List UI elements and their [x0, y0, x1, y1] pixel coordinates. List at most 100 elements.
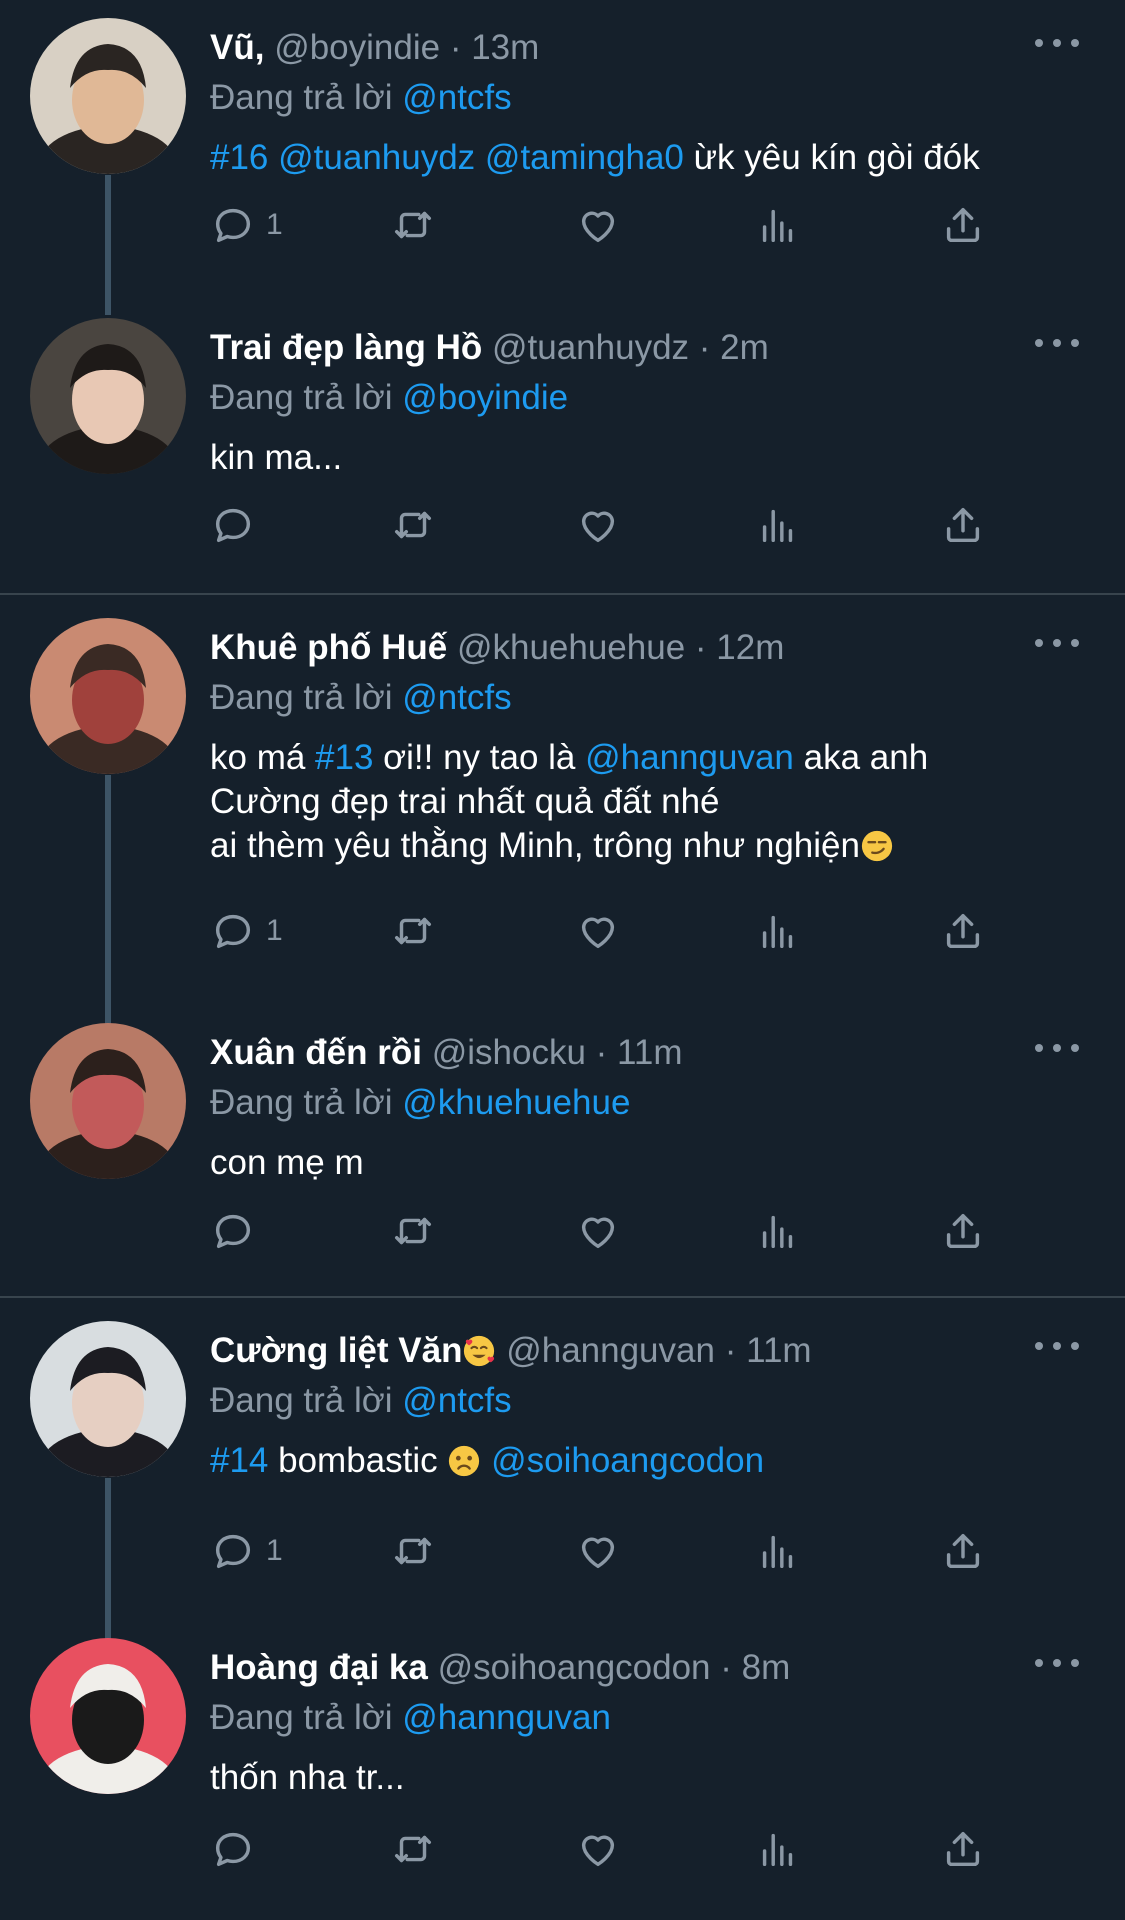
reply-count: 1 [266, 914, 283, 947]
replying-to-mention[interactable]: @ntcfs [402, 1381, 511, 1420]
retweet-icon [394, 1537, 432, 1565]
retweet-button[interactable] [390, 500, 436, 550]
retweet-button[interactable] [390, 1824, 436, 1874]
mention-link[interactable]: @tuanhuydz [278, 138, 475, 177]
share-button[interactable] [940, 1526, 986, 1576]
reply-button[interactable] [210, 1824, 256, 1874]
tweet-text-line: kin ma... [210, 436, 1065, 480]
mention-link[interactable]: @hannguvan [585, 738, 794, 777]
display-name[interactable]: Vũ, [210, 28, 264, 67]
avatar[interactable] [30, 318, 186, 474]
replying-to-mention[interactable]: @hannguvan [402, 1698, 611, 1737]
more-icon[interactable] [1035, 628, 1079, 658]
mention-link[interactable]: @tamingha0 [485, 138, 684, 177]
tweet-text: #14 bombastic @soihoangcodon [210, 1439, 1065, 1483]
display-name[interactable]: Xuân đến rồi [210, 1033, 422, 1072]
smiling-face-with-hearts-icon [464, 1335, 495, 1367]
retweet-button[interactable] [390, 1206, 436, 1256]
user-handle[interactable]: @soihoangcodon [438, 1648, 711, 1687]
avatar-photo [30, 18, 186, 174]
views-button[interactable] [755, 200, 801, 250]
replying-to-mention[interactable]: @ntcfs [402, 678, 511, 717]
reply-icon [215, 208, 251, 243]
text-segment: ko má [210, 738, 316, 777]
reply-icon [215, 1534, 251, 1569]
timestamp[interactable]: 8m [742, 1648, 791, 1687]
mention-link[interactable]: @soihoangcodon [491, 1441, 764, 1480]
timestamp[interactable]: 13m [471, 28, 539, 67]
worried-emoji-icon [449, 1445, 480, 1477]
reply-button[interactable]: 1 [210, 200, 283, 250]
replying-to-label: Đang trả lời [210, 378, 393, 417]
timestamp[interactable]: 11m [617, 1033, 683, 1072]
text-segment: kin ma... [210, 438, 343, 477]
user-handle[interactable]: @boyindie [274, 28, 440, 67]
avatar[interactable] [30, 18, 186, 174]
hashtag-link[interactable]: #13 [315, 738, 373, 777]
heart-icon [581, 1217, 615, 1249]
share-button[interactable] [940, 906, 986, 956]
display-name[interactable]: Cường liệt Văn [210, 1331, 462, 1370]
share-button[interactable] [940, 200, 986, 250]
replying-to-mention[interactable]: @ntcfs [402, 78, 511, 117]
reply-count: 1 [266, 1534, 283, 1567]
views-button[interactable] [755, 1206, 801, 1256]
hashtag-link[interactable]: #16 [210, 138, 268, 177]
reply-icon [215, 1214, 251, 1249]
avatar[interactable] [30, 618, 186, 774]
display-name[interactable]: Hoàng đại ka [210, 1648, 428, 1687]
like-button[interactable] [575, 1824, 621, 1874]
like-button[interactable] [575, 1206, 621, 1256]
tweet[interactable]: Trai đẹp làng Hồ @tuanhuydz · 2m Đang trả… [0, 300, 1125, 600]
like-button[interactable] [575, 200, 621, 250]
views-button[interactable] [755, 1526, 801, 1576]
share-button[interactable] [940, 1206, 986, 1256]
more-icon[interactable] [1035, 328, 1079, 358]
more-icon[interactable] [1035, 1331, 1079, 1361]
tweet[interactable]: Vũ, @boyindie · 13m Đang trả lời @ntcfs #1… [0, 0, 1125, 300]
user-handle[interactable]: @ishocku [432, 1033, 586, 1072]
more-icon[interactable] [1035, 1648, 1079, 1678]
avatar[interactable] [30, 1321, 186, 1477]
tweet[interactable]: Hoàng đại ka @soihoangcodon · 8m Đang trả… [0, 1620, 1125, 1920]
reply-button[interactable] [210, 1206, 256, 1256]
share-button[interactable] [940, 500, 986, 550]
avatar-photo [30, 318, 186, 474]
separator-dot: · [440, 28, 472, 67]
more-icon[interactable] [1035, 1033, 1079, 1063]
replying-to-mention[interactable]: @boyindie [402, 378, 568, 417]
tweet[interactable]: Xuân đến rồi @ishocku · 11m Đang trả lời … [0, 1005, 1125, 1305]
tweet-text: ko má #13 ơi!! ny tao là @hannguvan aka … [210, 736, 1065, 868]
hashtag-link[interactable]: #14 [210, 1441, 268, 1480]
timestamp[interactable]: 11m [746, 1331, 812, 1370]
views-button[interactable] [755, 906, 801, 956]
like-button[interactable] [575, 906, 621, 956]
more-icon[interactable] [1035, 28, 1079, 58]
timestamp[interactable]: 12m [716, 628, 784, 667]
display-name[interactable]: Trai đẹp làng Hồ [210, 328, 482, 367]
reply-button[interactable]: 1 [210, 1526, 283, 1576]
tweet[interactable]: Khuê phố Huế @khuehuehue · 12m Đang trả l… [0, 600, 1125, 900]
reply-button[interactable] [210, 500, 256, 550]
display-name[interactable]: Khuê phố Huế [210, 628, 447, 667]
retweet-button[interactable] [390, 906, 436, 956]
views-button[interactable] [755, 1824, 801, 1874]
like-button[interactable] [575, 1526, 621, 1576]
text-segment: bombastic [268, 1441, 448, 1480]
retweet-button[interactable] [390, 200, 436, 250]
avatar[interactable] [30, 1638, 186, 1794]
avatar[interactable] [30, 1023, 186, 1179]
like-button[interactable] [575, 500, 621, 550]
user-handle[interactable]: @tuanhuydz [492, 328, 689, 367]
retweet-button[interactable] [390, 1526, 436, 1576]
timestamp[interactable]: 2m [720, 328, 769, 367]
user-handle[interactable]: @hannguvan [506, 1331, 715, 1370]
text-segment: ừk yêu kín gòi đók [683, 138, 980, 177]
user-handle[interactable]: @khuehuehue [457, 628, 685, 667]
views-button[interactable] [755, 500, 801, 550]
tweet-text-line: ko má #13 ơi!! ny tao là @hannguvan aka … [210, 736, 1065, 780]
replying-to-mention[interactable]: @khuehuehue [402, 1083, 630, 1122]
separator-dot: · [714, 1331, 747, 1370]
share-button[interactable] [940, 1824, 986, 1874]
reply-button[interactable]: 1 [210, 906, 283, 956]
